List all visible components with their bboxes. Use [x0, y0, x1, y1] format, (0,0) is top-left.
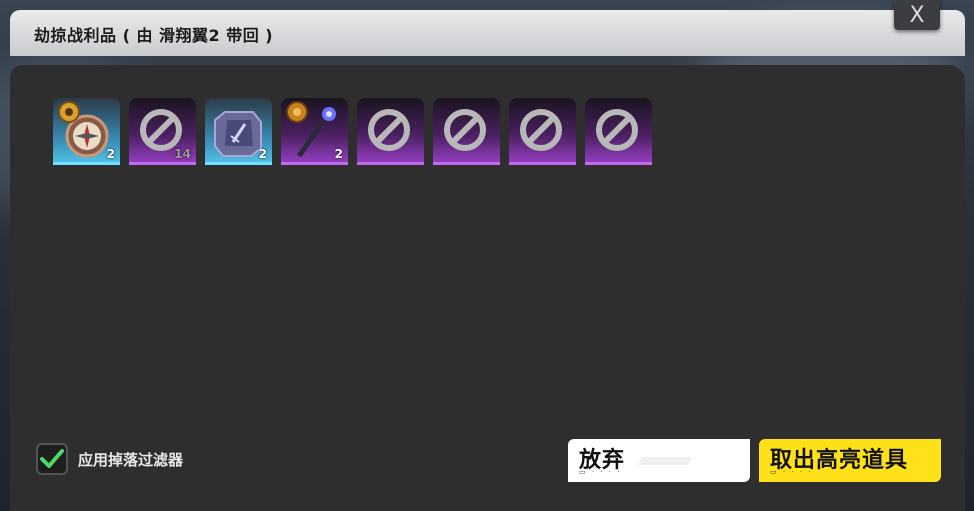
take-highlighted-button[interactable]: 取出高亮道具 ▭ · · · · — [759, 439, 941, 482]
loot-slot[interactable] — [433, 98, 500, 165]
dialog-title: 劫掠战利品 ( 由 滑翔翼2 带回 ) — [34, 26, 274, 45]
button-decoration: ▭ · · · · — [770, 468, 813, 476]
drop-filter-row: 应用掉落过滤器 — [36, 443, 183, 475]
drop-filter-checkbox[interactable] — [36, 443, 68, 475]
blocked-icon — [368, 109, 410, 151]
item-count: 2 — [106, 147, 115, 161]
item-count: 2 — [258, 147, 267, 161]
blocked-icon — [444, 109, 486, 151]
checkmark-icon — [40, 449, 64, 468]
blocked-icon — [520, 109, 562, 151]
item-count: 14 — [174, 147, 191, 161]
blocked-icon — [596, 109, 638, 151]
dialog-title-bar: 劫掠战利品 ( 由 滑翔翼2 带回 ) — [10, 10, 965, 56]
drop-filter-label: 应用掉落过滤器 — [78, 450, 184, 469]
close-icon: X — [909, 2, 925, 28]
loot-slot[interactable] — [357, 98, 424, 165]
loot-slot[interactable]: 14 — [129, 98, 196, 165]
loot-slot[interactable]: 2 — [53, 98, 120, 165]
loot-slot[interactable] — [585, 98, 652, 165]
item-count: 2 — [334, 147, 343, 161]
loot-slot[interactable] — [509, 98, 576, 165]
loot-slot[interactable]: 2 — [281, 98, 348, 165]
loot-slot[interactable]: 2 — [205, 98, 272, 165]
close-button[interactable]: X — [894, 0, 940, 30]
loot-grid: 2 14 2 2 — [53, 98, 652, 165]
discard-button[interactable]: 放弃 ▭ · · · · — [568, 439, 750, 482]
button-decoration: ▭ · · · · — [579, 468, 622, 476]
